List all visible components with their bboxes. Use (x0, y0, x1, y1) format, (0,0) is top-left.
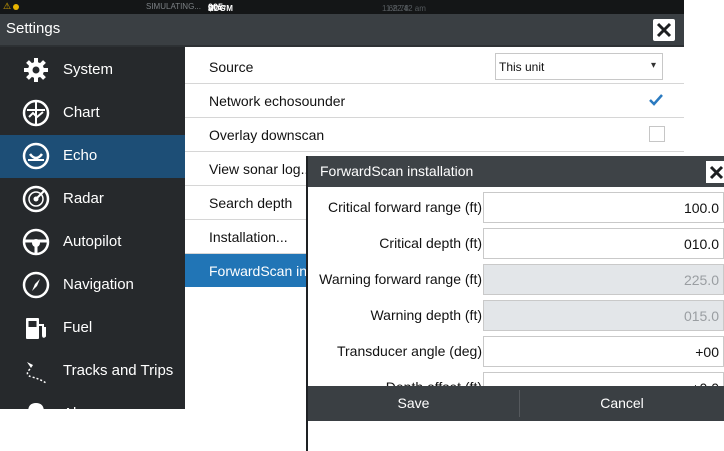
overlay-downscan-checkbox[interactable] (649, 126, 665, 142)
warning-depth-row: Warning depth (ft) 015.0 (308, 300, 724, 331)
gear-icon (22, 56, 50, 84)
sidebar-item-autopilot[interactable]: Autopilot (0, 221, 185, 264)
settings-sidebar: System Chart Echo Radar Autopilot Naviga… (0, 47, 185, 422)
transducer-angle-row: Transducer angle (deg) +00 (308, 336, 724, 367)
field-value: 100.0 (683, 200, 719, 216)
field-value: +00 (695, 344, 719, 360)
transducer-angle-input[interactable]: +00 (483, 336, 724, 367)
alarm-indicator-icon[interactable] (13, 4, 19, 10)
tracks-icon (22, 357, 50, 385)
view-sonar-log-label: View sonar log... (209, 161, 313, 177)
installation-label: Installation... (209, 229, 288, 245)
steering-wheel-icon (22, 228, 50, 256)
sidebar-item-fuel[interactable]: Fuel (0, 307, 185, 350)
warning-icon[interactable]: ⚠ (3, 1, 11, 12)
field-value: 010.0 (683, 236, 719, 252)
overlay-downscan-label: Overlay downscan (209, 127, 325, 143)
source-row[interactable]: Source This unit ▾ (185, 50, 684, 84)
sidebar-item-label: Echo (63, 147, 98, 164)
heading-unit: °M (223, 4, 233, 13)
network-echosounder-label: Network echosounder (209, 93, 346, 109)
field-value: 015.0 (683, 308, 719, 324)
sidebar-item-echo[interactable]: Echo (0, 135, 185, 178)
dialog-footer: Save Cancel (308, 386, 724, 421)
page-title: Settings (6, 20, 61, 37)
radar-icon (22, 185, 50, 213)
time-readout: 11:22:42 am 68.78 (382, 2, 426, 13)
settings-close-button[interactable] (653, 19, 675, 41)
sidebar-item-label: Autopilot (63, 233, 122, 250)
dialog-title: ForwardScan installation (320, 163, 474, 179)
extra-readout: 68.78 (388, 4, 409, 13)
cancel-button[interactable]: Cancel (520, 386, 724, 421)
close-icon (656, 22, 672, 38)
field-label: Warning depth (ft) (370, 307, 482, 323)
warning-depth-input: 015.0 (483, 300, 724, 331)
source-label: Source (209, 59, 254, 75)
network-echosounder-row[interactable]: Network echosounder (185, 84, 684, 118)
simulating-indicator: SIMULATING... (146, 2, 201, 11)
chart-icon (22, 99, 50, 127)
field-label: Critical depth (ft) (379, 235, 482, 251)
title-bar: Settings (0, 14, 684, 45)
dialog-close-button[interactable] (706, 161, 724, 183)
sidebar-item-label: Chart (63, 104, 100, 121)
sidebar-item-system[interactable]: System (0, 49, 185, 92)
heading-readout: $ HDG 005 °M (208, 2, 233, 13)
sidebar-item-label: Tracks and Trips (63, 362, 174, 379)
critical-forward-range-row: Critical forward range (ft) 100.0 (308, 192, 724, 223)
sidebar-item-label: Navigation (63, 276, 134, 293)
sidebar-item-label: Radar (63, 190, 104, 207)
chevron-down-icon: ▾ (650, 60, 656, 71)
sidebar-item-chart[interactable]: Chart (0, 92, 185, 135)
sidebar-item-navigation[interactable]: Navigation (0, 264, 185, 307)
critical-forward-range-input[interactable]: 100.0 (483, 192, 724, 223)
sidebar-item-label: Fuel (63, 319, 93, 336)
close-icon (709, 165, 724, 180)
field-value: 225.0 (683, 272, 719, 288)
sidebar-item-alarms[interactable]: Alarms (0, 393, 185, 436)
overlay-downscan-row[interactable]: Overlay downscan (185, 118, 684, 152)
source-select[interactable]: This unit ▾ (495, 53, 663, 80)
checkmark-icon[interactable] (647, 91, 665, 112)
compass-icon (22, 271, 50, 299)
source-value: This unit (499, 60, 545, 74)
sidebar-item-label: System (63, 61, 114, 78)
sidebar-item-radar[interactable]: Radar (0, 178, 185, 221)
bell-icon (22, 400, 50, 428)
search-depth-label: Search depth (209, 195, 293, 211)
warning-forward-range-input: 225.0 (483, 264, 724, 295)
status-bar: ⚠ SIMULATING... $ HDG 005 °M 11:22:42 am… (0, 0, 684, 14)
field-label: Critical forward range (ft) (327, 199, 482, 215)
sidebar-item-label: Alarms (63, 405, 110, 422)
sidebar-item-tracks-and-trips[interactable]: Tracks and Trips (0, 350, 185, 393)
echo-icon (22, 142, 50, 170)
warning-forward-range-row: Warning forward range (ft) 225.0 (308, 264, 724, 295)
forwardscan-installation-dialog: ForwardScan installation Critical forwar… (306, 156, 724, 451)
save-button[interactable]: Save (308, 386, 519, 421)
field-label: Warning forward range (ft) (319, 271, 482, 287)
fuel-pump-icon (22, 314, 50, 342)
critical-depth-input[interactable]: 010.0 (483, 228, 724, 259)
critical-depth-row: Critical depth (ft) 010.0 (308, 228, 724, 259)
dialog-header: ForwardScan installation (308, 156, 724, 187)
field-label: Transducer angle (deg) (336, 343, 482, 359)
